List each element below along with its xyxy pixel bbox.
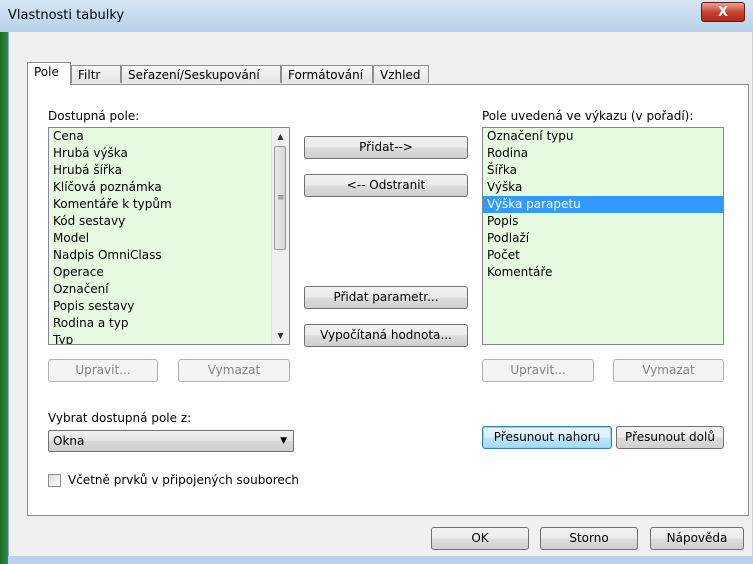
- available-field-item[interactable]: Rodina a typ: [49, 315, 289, 332]
- tab-formatting[interactable]: Formátování: [281, 65, 373, 83]
- ok-button[interactable]: OK: [431, 527, 529, 550]
- delete-available-button[interactable]: Vymazat: [178, 359, 290, 382]
- select-from-dropdown[interactable]: Okna ▼: [48, 430, 294, 452]
- scheduled-field-item[interactable]: Výška: [483, 179, 723, 196]
- available-field-item[interactable]: Model: [49, 230, 289, 247]
- available-scrollbar[interactable]: ▲ ≡ ▼: [271, 128, 289, 344]
- edit-scheduled-button[interactable]: Upravit...: [482, 359, 594, 382]
- scheduled-field-item[interactable]: Rodina: [483, 145, 723, 162]
- scheduled-field-item[interactable]: Počet: [483, 247, 723, 264]
- chevron-down-icon: ▼: [280, 436, 287, 446]
- grip-icon: ≡: [277, 193, 285, 203]
- dialog-window: Vlastnosti tabulky X Pole Filtr Seřazení…: [0, 0, 753, 564]
- available-field-item[interactable]: Hrubá šířka: [49, 162, 289, 179]
- close-icon: X: [717, 5, 729, 20]
- cancel-button[interactable]: Storno: [540, 527, 638, 550]
- background-strip: [0, 32, 8, 564]
- move-down-button[interactable]: Přesunout dolů: [616, 426, 724, 449]
- scroll-up-icon[interactable]: ▲: [272, 128, 289, 145]
- scroll-thumb[interactable]: ≡: [274, 146, 286, 250]
- tab-appearance[interactable]: Vzhled: [373, 65, 429, 83]
- scheduled-fields-list[interactable]: Označení typu Rodina Šířka Výška Výška parap…: [482, 127, 724, 345]
- available-fields-list[interactable]: Cena Hrubá výška Hrubá šířka Klíčová poznám…: [48, 127, 290, 345]
- edit-available-button[interactable]: Upravit...: [48, 359, 158, 382]
- select-from-value: Okna: [53, 434, 85, 448]
- tab-pole[interactable]: Pole: [27, 62, 71, 85]
- available-field-item[interactable]: Operace: [49, 264, 289, 281]
- calculated-value-button[interactable]: Vypočítaná hodnota...: [304, 324, 468, 347]
- available-field-item[interactable]: Hrubá výška: [49, 145, 289, 162]
- add-button[interactable]: Přidat-->: [304, 136, 468, 159]
- scheduled-field-item[interactable]: Popis: [483, 213, 723, 230]
- dialog-client: Pole Filtr Seřazení/Seskupování Formátov…: [8, 32, 752, 556]
- scheduled-fields-label: Pole uvedená ve výkazu (v pořadí):: [482, 109, 694, 123]
- available-field-item[interactable]: Cena: [49, 128, 289, 145]
- scheduled-field-item[interactable]: Šířka: [483, 162, 723, 179]
- available-field-item[interactable]: Klíčová poznámka: [49, 179, 289, 196]
- include-linked-label: Včetně prvků v připojených souborech: [68, 473, 299, 487]
- scheduled-field-item[interactable]: Označení typu: [483, 128, 723, 145]
- tab-filtr[interactable]: Filtr: [71, 65, 121, 83]
- close-button[interactable]: X: [701, 2, 745, 22]
- help-button[interactable]: Nápověda: [650, 527, 744, 550]
- move-up-button[interactable]: Přesunout nahoru: [482, 426, 612, 449]
- remove-button[interactable]: <-- Odstranit: [304, 174, 468, 197]
- tab-panel: Dostupná pole: Cena Hrubá výška Hrubá šířk…: [27, 84, 749, 516]
- scheduled-field-item[interactable]: Komentáře: [483, 264, 723, 281]
- select-from-label: Vybrat dostupná pole z:: [48, 411, 192, 425]
- available-field-item[interactable]: Označení: [49, 281, 289, 298]
- available-field-item[interactable]: Nadpis OmniClass: [49, 247, 289, 264]
- scheduled-field-item[interactable]: Výška parapetu: [483, 196, 723, 213]
- tab-sorting[interactable]: Seřazení/Seskupování: [121, 65, 281, 83]
- add-parameter-button[interactable]: Přidat parametr...: [304, 286, 468, 309]
- available-field-item[interactable]: Kód sestavy: [49, 213, 289, 230]
- title-bar[interactable]: Vlastnosti tabulky X: [0, 0, 753, 32]
- available-field-item[interactable]: Typ: [49, 332, 289, 344]
- available-fields-label: Dostupná pole:: [48, 109, 140, 123]
- delete-scheduled-button[interactable]: Vymazat: [613, 359, 724, 382]
- include-linked-checkbox[interactable]: [48, 474, 61, 487]
- available-field-item[interactable]: Komentáře k typům: [49, 196, 289, 213]
- window-title: Vlastnosti tabulky: [8, 8, 125, 23]
- scheduled-field-item[interactable]: Podlaží: [483, 230, 723, 247]
- available-field-item[interactable]: Popis sestavy: [49, 298, 289, 315]
- scroll-down-icon[interactable]: ▼: [272, 327, 289, 344]
